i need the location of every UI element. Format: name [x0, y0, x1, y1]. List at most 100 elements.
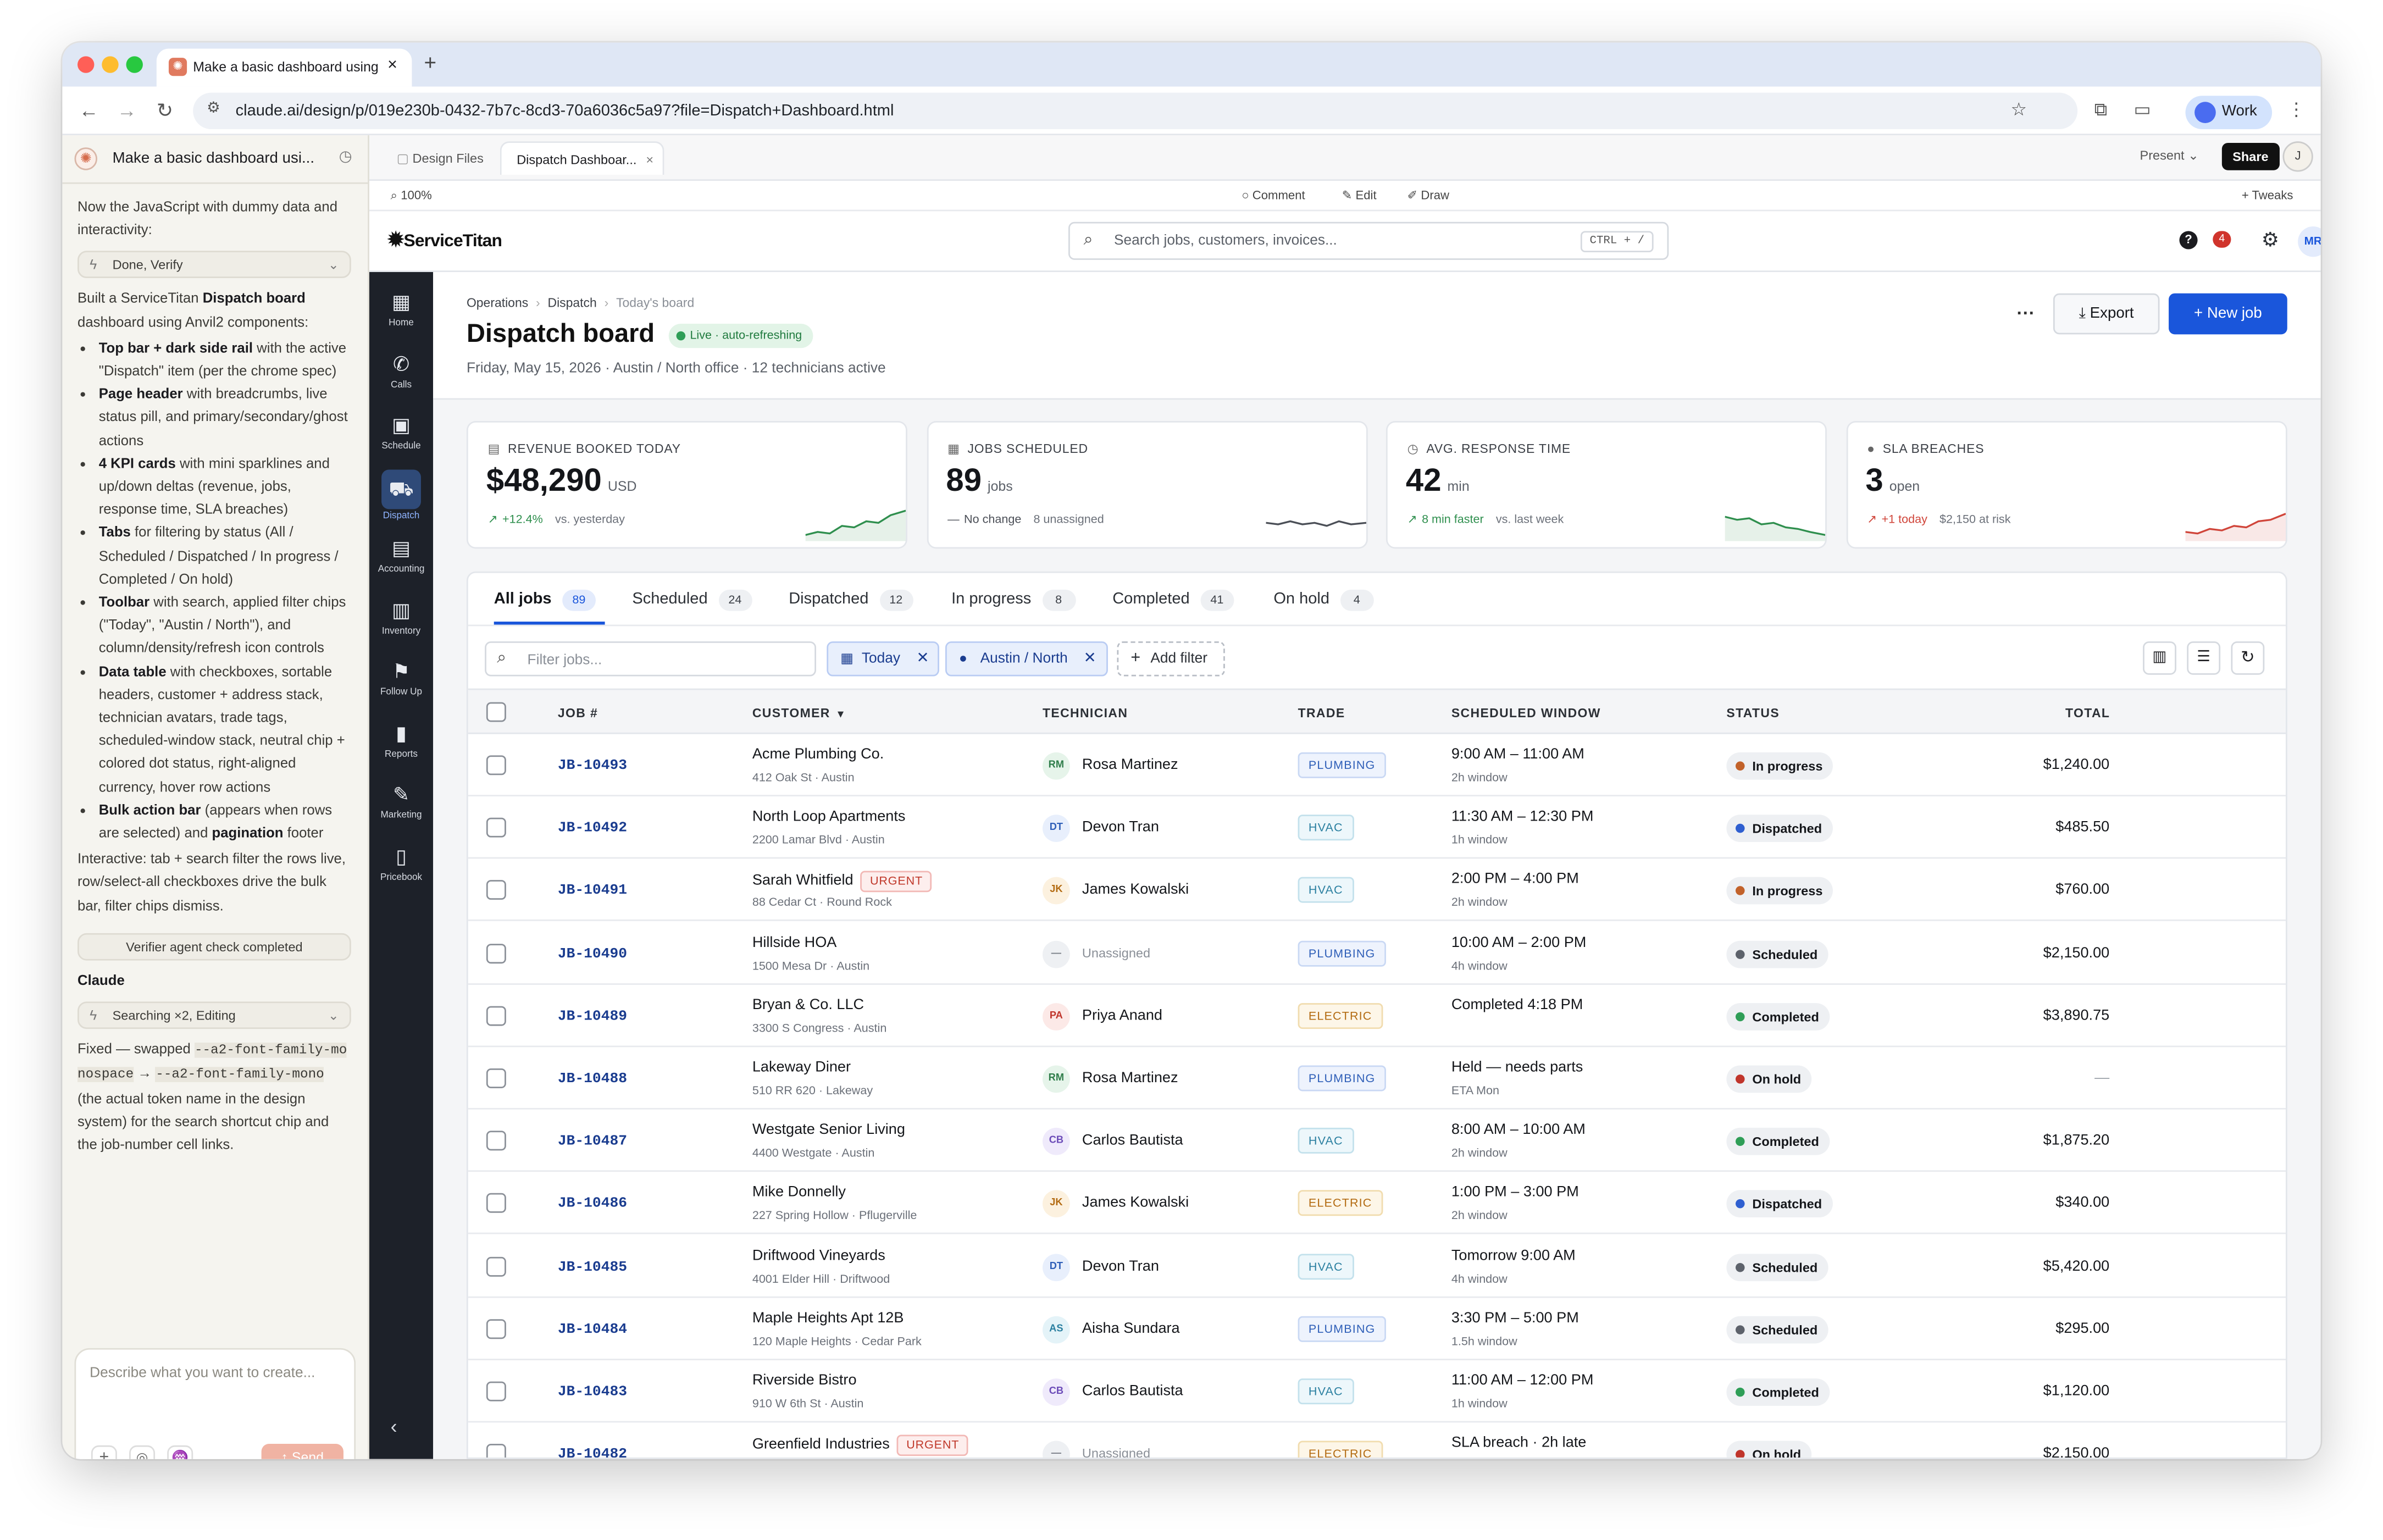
table-row[interactable]: JB-10486 Mike Donnelly 227 Spring Hollow ·… — [468, 1172, 2286, 1235]
refresh-icon[interactable]: ↻ — [2231, 641, 2265, 675]
row-checkbox[interactable] — [486, 1319, 506, 1339]
table-row[interactable]: JB-10483 Riverside Bistro 910 W 6th St · A… — [468, 1360, 2286, 1423]
notification-badge[interactable]: 4 — [2213, 231, 2231, 248]
settings-gear-icon[interactable]: ⚙ — [2262, 228, 2279, 252]
target-icon[interactable]: ◎ — [129, 1445, 156, 1459]
columns-icon[interactable]: ▥ — [2143, 641, 2176, 675]
tab-in-progress[interactable]: In progress 8 — [951, 573, 1076, 625]
tab-dispatched[interactable]: Dispatched 12 — [789, 573, 913, 625]
table-row[interactable]: JB-10484 Maple Heights Apt 12B 120 Maple H… — [468, 1298, 2286, 1360]
browser-tab[interactable]: ✺ Make a basic dashboard using × — [156, 48, 412, 87]
column-scheduled-window[interactable]: SCHEDULED WINDOW — [1451, 705, 1601, 721]
voice-icon[interactable]: ♒ — [167, 1445, 193, 1459]
rail-item-schedule[interactable]: ▣ Schedule — [369, 401, 433, 462]
rail-item-inventory[interactable]: ▥ Inventory — [369, 586, 433, 647]
column-job[interactable]: JOB # — [558, 705, 598, 721]
new-tab-icon[interactable]: + — [424, 50, 437, 74]
table-row[interactable]: JB-10489 Bryan & Co. LLC 3300 S Congress ·… — [468, 984, 2286, 1047]
table-row[interactable]: JB-10491 Sarah Whitfield URGENT 88 Cedar Ct… — [468, 859, 2286, 922]
breadcrumb-operations[interactable]: Operations — [467, 295, 528, 310]
site-settings-icon[interactable]: ⚙ — [207, 101, 220, 117]
comment-tool[interactable]: ○ Comment — [1242, 189, 1305, 202]
minimize-window-button[interactable] — [102, 56, 119, 73]
row-checkbox[interactable] — [486, 943, 506, 963]
job-number-link[interactable]: JB-10487 — [558, 1133, 627, 1149]
project-icon[interactable]: ✺ — [74, 147, 97, 170]
job-number-link[interactable]: JB-10483 — [558, 1383, 627, 1399]
table-row[interactable]: JB-10482 Greenfield Industries URGENT — Unas… — [468, 1423, 2286, 1458]
tab-dispatch-dashboard[interactable]: Dispatch Dashboar... × — [500, 141, 664, 175]
remove-chip-icon[interactable]: ✕ — [916, 643, 929, 675]
user-avatar[interactable]: MR — [2298, 226, 2321, 257]
table-row[interactable]: JB-10493 Acme Plumbing Co. 412 Oak St · Au… — [468, 734, 2286, 797]
density-icon[interactable]: ☰ — [2187, 641, 2221, 675]
rail-item-marketing[interactable]: ✎ Marketing — [369, 771, 433, 832]
attach-icon[interactable]: + — [91, 1445, 117, 1459]
column-trade[interactable]: TRADE — [1298, 705, 1345, 721]
address-bar[interactable]: ⚙ claude.ai/design/p/019e230b-0432-7b7c-… — [193, 92, 2078, 130]
close-window-button[interactable] — [77, 56, 95, 73]
tool-step-pill[interactable]: ϟ Done, Verify ⌄ — [77, 251, 351, 279]
job-number-link[interactable]: JB-10484 — [558, 1320, 627, 1337]
table-row[interactable]: JB-10485 Driftwood Vineyards 4001 Elder Hi… — [468, 1235, 2286, 1298]
rail-item-reports[interactable]: ▮ Reports — [369, 709, 433, 770]
chat-composer[interactable]: Describe what you want to create... + ◎ … — [74, 1348, 356, 1459]
job-number-link[interactable]: JB-10488 — [558, 1070, 627, 1087]
rail-item-dispatch[interactable]: ⛟ Dispatch — [369, 463, 433, 524]
brand-logo[interactable]: ✹ServiceTitan — [387, 228, 502, 252]
close-tab-icon[interactable]: × — [387, 56, 397, 74]
maximize-window-button[interactable] — [126, 56, 143, 73]
tab-all-jobs[interactable]: All jobs 89 — [494, 573, 605, 625]
row-checkbox[interactable] — [486, 1381, 506, 1401]
breadcrumb-dispatch[interactable]: Dispatch — [548, 295, 597, 310]
history-icon[interactable]: ◷ — [339, 149, 352, 165]
column-customer[interactable]: CUSTOMER ▾ — [752, 705, 844, 721]
forward-icon[interactable]: → — [117, 99, 137, 121]
job-number-link[interactable]: JB-10490 — [558, 945, 627, 961]
filter-chip-today[interactable]: ▦ Today ✕ — [827, 641, 939, 677]
back-icon[interactable]: ← — [79, 99, 99, 121]
rail-item-accounting[interactable]: ▤ Accounting — [369, 524, 433, 585]
share-button[interactable]: Share — [2221, 142, 2279, 170]
export-button[interactable]: ⤓ Export — [2053, 293, 2160, 335]
row-checkbox[interactable] — [486, 755, 506, 775]
table-row[interactable]: JB-10488 Lakeway Diner 510 RR 620 · Lakewa… — [468, 1047, 2286, 1110]
zoom-control[interactable]: ⌕ 100% — [391, 189, 432, 204]
tab-on-hold[interactable]: On hold 4 — [1273, 573, 1374, 625]
row-checkbox[interactable] — [486, 1006, 506, 1026]
select-all-checkbox[interactable] — [486, 702, 506, 722]
job-number-link[interactable]: JB-10493 — [558, 757, 627, 773]
column-technician[interactable]: TECHNICIAN — [1043, 705, 1128, 721]
edit-tool[interactable]: ✎ Edit — [1342, 189, 1377, 202]
profile-button[interactable]: Work — [2185, 96, 2273, 130]
row-checkbox[interactable] — [486, 1131, 506, 1151]
more-actions-icon[interactable]: ··· — [2017, 302, 2035, 324]
job-number-link[interactable]: JB-10486 — [558, 1195, 627, 1212]
present-button[interactable]: Present ⌄ — [2140, 147, 2199, 164]
extensions-icon[interactable]: ⧉ — [2094, 99, 2108, 121]
row-checkbox[interactable] — [486, 1193, 506, 1214]
row-checkbox[interactable] — [486, 1444, 506, 1458]
row-checkbox[interactable] — [486, 1068, 506, 1088]
tweaks-tool[interactable]: + Tweaks — [2242, 189, 2293, 202]
chrome-menu-icon[interactable]: ⋮ — [2287, 99, 2306, 120]
table-row[interactable]: JB-10487 Westgate Senior Living 4400 Westg… — [468, 1110, 2286, 1172]
global-search-input[interactable]: ⌕ Search jobs, customers, invoices... CT… — [1068, 221, 1669, 260]
table-row[interactable]: JB-10492 North Loop Apartments 2200 Lamar … — [468, 797, 2286, 859]
tool-step-pill[interactable]: ϟ Searching ×2, Editing ⌄ — [77, 1001, 351, 1029]
user-avatar[interactable]: J — [2282, 141, 2313, 172]
send-button[interactable]: ↑ Send — [261, 1444, 343, 1459]
rail-item-pricebook[interactable]: ▯ Pricebook — [369, 832, 433, 893]
bookmark-star-icon[interactable]: ☆ — [2010, 99, 2027, 120]
row-checkbox[interactable] — [486, 1256, 506, 1276]
verifier-pill[interactable]: Verifier agent check completed — [77, 933, 351, 961]
rail-item-calls[interactable]: ✆ Calls — [369, 340, 433, 401]
filter-chip-location[interactable]: ● Austin / North ✕ — [945, 641, 1108, 677]
new-job-button[interactable]: + New job — [2169, 293, 2287, 335]
column-total[interactable]: TOTAL — [2065, 705, 2110, 721]
add-filter-button[interactable]: + Add filter — [1117, 641, 1225, 677]
column-status[interactable]: STATUS — [1726, 705, 1780, 721]
rail-item-follow-up[interactable]: ⚑ Follow Up — [369, 647, 433, 708]
job-number-link[interactable]: JB-10482 — [558, 1445, 627, 1458]
row-checkbox[interactable] — [486, 880, 506, 901]
